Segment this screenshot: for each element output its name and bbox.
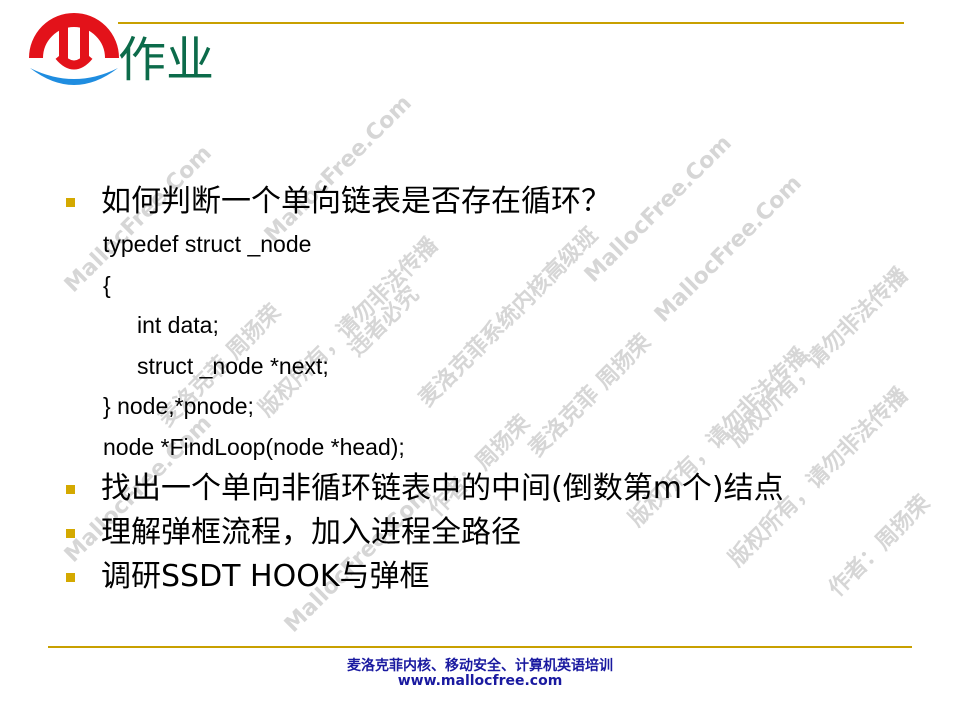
slide-content: 如何判断一个单向链表是否存在循环？ typedef struct _node {…	[66, 180, 926, 599]
list-item: 理解弹框流程，加入进程全路径	[66, 511, 926, 555]
header-rule	[118, 22, 904, 24]
mallocfree-logo-icon	[29, 13, 119, 85]
footer-url: www.mallocfree.com	[397, 673, 563, 689]
code-line: {	[103, 271, 111, 298]
code-line: struct _node *next;	[137, 352, 329, 379]
bullet-text: 找出一个单向非循环链表中的中间(倒数第m个)结点	[101, 471, 784, 506]
list-item: 调研SSDT HOOK与弹框	[66, 555, 926, 599]
square-bullet-icon	[66, 528, 75, 538]
footer-rule	[48, 646, 912, 648]
code-line: int data;	[137, 312, 219, 338]
code-line: node *FindLoop(node *head);	[103, 433, 405, 460]
code-line: } node,*pnode;	[103, 393, 254, 419]
bullet-text: 调研SSDT HOOK与弹框	[101, 559, 430, 594]
square-bullet-icon	[66, 484, 75, 494]
code-line: typedef struct _node	[103, 231, 312, 257]
square-bullet-icon	[66, 197, 75, 207]
page-title: 作业	[118, 32, 215, 88]
bullet-text: 如何判断一个单向链表是否存在循环？	[101, 184, 611, 219]
list-item: 如何判断一个单向链表是否存在循环？	[66, 180, 926, 224]
square-bullet-icon	[66, 572, 75, 582]
list-item: 找出一个单向非循环链表中的中间(倒数第m个)结点	[66, 467, 926, 511]
bullet-text: 理解弹框流程，加入进程全路径	[101, 515, 521, 550]
footer-tagline: 麦洛克菲内核、移动安全、计算机英语培训	[347, 658, 613, 674]
